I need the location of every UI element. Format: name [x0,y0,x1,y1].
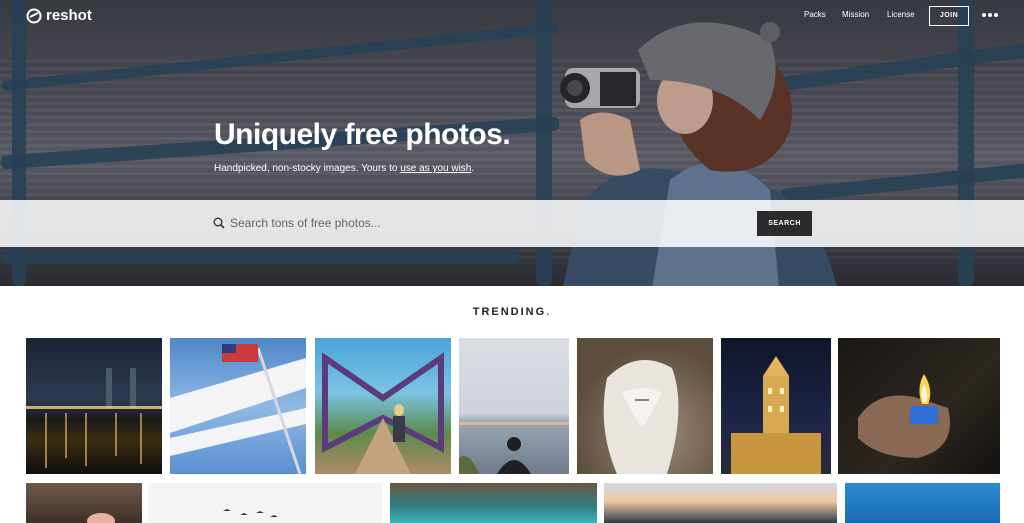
photo-lighter-flame[interactable] [838,338,1000,474]
top-navigation: reshot Packs Mission License JOIN [0,0,1024,34]
hero-subline-text: Handpicked, non-stocky images. Yours to [214,163,401,174]
photo-birds-white-sky[interactable] [148,483,382,523]
photo-white-owl[interactable] [577,338,713,474]
photo-lake-silhouette[interactable] [459,338,569,474]
photo-bridge-walker[interactable] [315,338,451,474]
reshot-logo-icon [26,8,42,23]
use-as-you-wish-link[interactable]: use as you wish [400,163,471,174]
hero-headline: Uniquely free photos. [214,118,511,151]
photo-underwater-blue[interactable] [845,483,1000,523]
nav-mission-link[interactable]: Mission [842,10,869,19]
join-button[interactable]: JOIN [929,6,969,26]
hero-subline: Handpicked, non-stocky images. Yours to … [214,163,474,174]
search-icon [213,217,225,229]
more-menu-icon[interactable] [982,13,998,17]
search-input[interactable] [230,213,730,233]
photo-lit-tower-building[interactable] [721,338,831,474]
brand-name: reshot [46,7,92,24]
photo-american-flag-sky[interactable] [170,338,306,474]
nav-packs-link[interactable]: Packs [804,10,826,19]
photo-coastal-cove[interactable] [390,483,597,523]
photo-port-cranes-night[interactable] [26,338,162,474]
photo-hands-leaves[interactable] [26,483,142,523]
hero-subline-end: . [471,163,475,174]
search-button[interactable]: SEARCH [757,211,812,236]
nav-license-link[interactable]: License [887,10,915,19]
trending-accent-dot: . [546,306,552,318]
trending-heading: TRENDING. [0,306,1024,318]
page: reshot Packs Mission License JOIN Unique… [0,0,1024,523]
brand-logo[interactable]: reshot [26,7,92,24]
trending-title: TRENDING [472,306,547,318]
photo-sunset-harbor[interactable] [604,483,837,523]
